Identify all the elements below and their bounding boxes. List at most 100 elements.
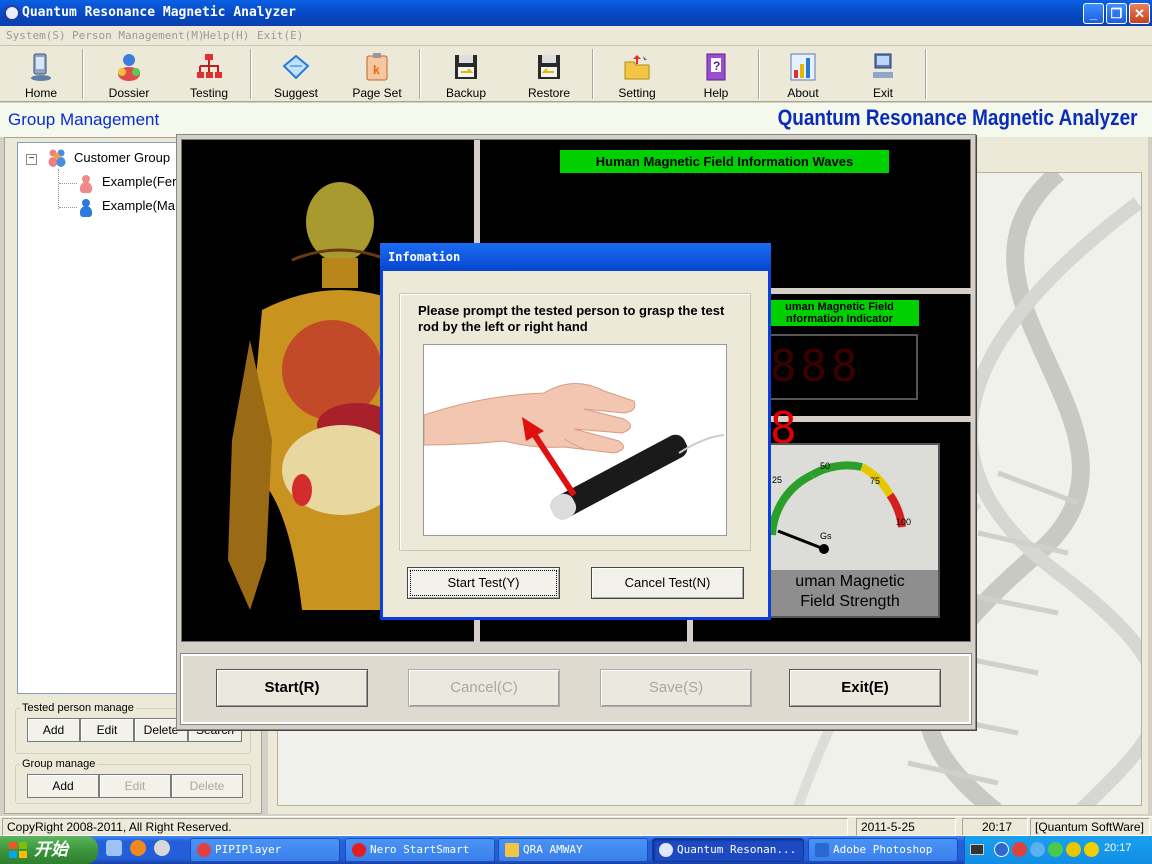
minimize-button[interactable]: _	[1083, 3, 1104, 24]
maximize-button[interactable]: ❐	[1106, 3, 1127, 24]
clipboard-icon: k	[366, 53, 388, 81]
status-copyright: CopyRight 2008-2011, All Right Reserved.	[2, 818, 848, 836]
toolbar-about-button[interactable]: About	[766, 46, 840, 102]
toolbar-label: Help	[703, 86, 729, 100]
quicklaunch-app-icon[interactable]	[154, 840, 170, 856]
tree-line	[59, 207, 77, 208]
section-title: Group Management	[8, 110, 160, 129]
cancel-test-button[interactable]: Cancel Test(N)	[591, 567, 744, 599]
group-add-button[interactable]: Add	[27, 774, 99, 798]
gauge-unit: Gs	[820, 531, 832, 541]
gauge-tick-75: 75	[870, 476, 881, 486]
taskbar-clock[interactable]: 20:17	[1104, 842, 1132, 854]
menu-exit[interactable]: Exit(E)	[257, 29, 303, 42]
toolbar-separator	[82, 49, 84, 99]
group-edit-button[interactable]: Edit	[99, 774, 171, 798]
gauge-tick-25: 25	[772, 475, 783, 485]
pipiplayer-icon	[197, 843, 211, 857]
toolbar-page-set-button[interactable]: k Page Set	[340, 46, 414, 102]
toolbar-label: Testing	[189, 86, 229, 100]
svg-text:?: ?	[713, 59, 720, 73]
group-delete-button[interactable]: Delete	[171, 774, 243, 798]
tree-line	[58, 169, 59, 209]
toolbar-setting-button[interactable]: Setting	[600, 46, 674, 102]
task-label: Nero StartSmart	[370, 843, 470, 856]
toolbar-label: Dossier	[108, 86, 150, 100]
tray-pipi-icon[interactable]	[1012, 842, 1027, 857]
tray-check-icon[interactable]	[1048, 842, 1063, 857]
toolbar-testing-button[interactable]: Testing	[172, 46, 246, 102]
status-company: [Quantum SoftWare]	[1030, 818, 1150, 836]
tested-edit-button[interactable]: Edit	[80, 718, 134, 742]
menu-help[interactable]: Help(H)	[203, 29, 249, 42]
photoshop-icon	[815, 843, 829, 857]
exit-button[interactable]: Exit(E)	[789, 669, 941, 707]
toolbar-home-button[interactable]: Home	[4, 46, 78, 102]
menu-system[interactable]: System(S)	[6, 29, 66, 42]
disk-restore-icon	[538, 55, 560, 79]
toolbar-label: Backup	[445, 86, 487, 100]
hand-test-rod-illustration	[424, 382, 725, 520]
female-person-icon	[80, 175, 92, 193]
close-button[interactable]: ✕	[1129, 3, 1150, 24]
save-button[interactable]: Save(S)	[600, 669, 752, 707]
status-time: 20:17	[962, 818, 1028, 836]
title-bar[interactable]: Quantum Resonance Magnetic Analyzer _ ❐ …	[0, 0, 1152, 26]
start-menu-button[interactable]: 开始	[0, 836, 98, 864]
toolbar-label: Restore	[527, 86, 571, 100]
strength-label: uman Magnetic Field Strength	[795, 573, 905, 610]
start-button[interactable]: Start(R)	[216, 669, 368, 707]
app-icon	[659, 843, 673, 857]
toolbar-label: Suggest	[273, 86, 319, 100]
toolbar-help-button[interactable]: ? Help	[679, 46, 753, 102]
task-qra-amway[interactable]: QRA AMWAY	[498, 838, 648, 862]
dialog-title-bar[interactable]: Infomation	[380, 243, 771, 271]
task-label: QRA AMWAY	[523, 843, 583, 856]
tree-item-female-example[interactable]: Example(Fer	[102, 174, 176, 189]
toolbar-exit-button[interactable]: Exit	[846, 46, 920, 102]
toolbar-label: Home	[24, 86, 57, 100]
tray-network-icon[interactable]	[1030, 842, 1045, 857]
quicklaunch-desktop-icon[interactable]	[106, 840, 122, 856]
group-manage-legend: Group manage	[22, 758, 96, 770]
windows-logo-icon	[9, 842, 27, 858]
gauge-dial	[768, 461, 906, 554]
toolbar-separator	[925, 49, 927, 99]
network-icon	[197, 54, 222, 78]
digit-display: 888 8	[760, 334, 918, 454]
task-label: PIPIPlayer	[215, 843, 282, 856]
cancel-button[interactable]: Cancel(C)	[408, 669, 560, 707]
tray-plus-icon[interactable]	[1084, 842, 1099, 857]
tray-security-icon[interactable]	[1066, 842, 1081, 857]
task-quantum-resonance[interactable]: Quantum Resonan...	[652, 838, 804, 862]
tree-item-male-example[interactable]: Example(Ma	[102, 198, 175, 213]
users-icon	[118, 54, 140, 81]
toolbar-restore-button[interactable]: Restore	[511, 46, 587, 102]
task-pipiplayer[interactable]: PIPIPlayer	[190, 838, 340, 862]
task-photoshop[interactable]: Adobe Photoshop	[808, 838, 958, 862]
indicator-label: uman Magnetic Field nformation Indicator	[760, 300, 919, 326]
quicklaunch-firefox-icon[interactable]	[130, 840, 146, 856]
toolbar-dossier-button[interactable]: Dossier	[92, 46, 166, 102]
keyboard-icon[interactable]	[970, 844, 984, 855]
waves-label: Human Magnetic Field Information Waves	[560, 150, 889, 173]
menu-person-management[interactable]: Person Management(M)	[72, 29, 204, 42]
disk-icon	[455, 55, 477, 79]
diamond-icon	[282, 54, 310, 80]
status-date: 2011-5-25	[856, 818, 956, 836]
task-nero[interactable]: Nero StartSmart	[345, 838, 495, 862]
toolbar-suggest-button[interactable]: Suggest	[258, 46, 334, 102]
digit-display-value: 888	[770, 341, 862, 392]
start-test-button[interactable]: Start Test(Y)	[407, 567, 560, 599]
tree-root-label[interactable]: Customer Group	[74, 150, 170, 165]
task-label: Adobe Photoshop	[833, 843, 933, 856]
toolbar-backup-button[interactable]: Backup	[428, 46, 504, 102]
tree-expander[interactable]: −	[26, 154, 37, 165]
toolbar-label: Exit	[872, 86, 893, 100]
folder-icon	[505, 843, 519, 857]
help-book-icon: ?	[706, 53, 726, 81]
tested-add-button[interactable]: Add	[27, 718, 80, 742]
toolbar: Home Dossier Testing Suggest k Page Set …	[0, 46, 1152, 102]
folder-icon	[624, 55, 650, 80]
tray-arrow-icon[interactable]	[994, 842, 1009, 857]
